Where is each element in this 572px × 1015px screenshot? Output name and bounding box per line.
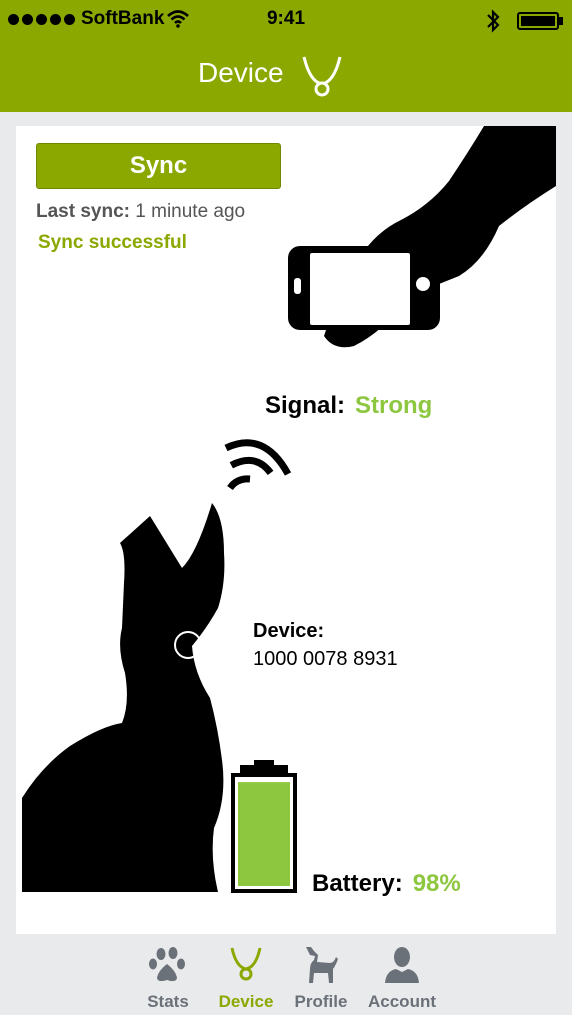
tab-profile[interactable]: Profile bbox=[276, 935, 366, 1015]
paw-icon bbox=[149, 947, 185, 982]
sync-button[interactable]: Sync bbox=[36, 143, 281, 189]
battery-row: Battery: 98% bbox=[312, 870, 461, 898]
last-sync: Last sync: 1 minute ago bbox=[36, 201, 245, 223]
signal-value: Strong bbox=[355, 392, 433, 419]
bluetooth-icon bbox=[487, 9, 500, 33]
cat-illustration bbox=[22, 503, 225, 892]
collar-icon bbox=[230, 947, 262, 981]
tab-account-label: Account bbox=[368, 992, 436, 1011]
last-sync-label: Last sync: bbox=[36, 201, 130, 222]
wireless-signal-icon bbox=[224, 439, 292, 491]
tab-account[interactable]: Account bbox=[357, 935, 447, 1015]
tab-bar: Stats Device Profile Account bbox=[0, 935, 572, 1015]
battery-icon bbox=[517, 12, 563, 30]
device-card: Sync Last sync: 1 minute ago Sync succes… bbox=[16, 126, 556, 934]
tab-profile-label: Profile bbox=[294, 992, 348, 1011]
collar-tag-marker bbox=[174, 631, 202, 659]
device-id: 1000 0078 8931 bbox=[253, 648, 398, 670]
battery-label: Battery: bbox=[312, 870, 403, 897]
signal-label: Signal: bbox=[265, 392, 346, 419]
tab-stats[interactable]: Stats bbox=[123, 935, 213, 1015]
hand-with-phone-illustration bbox=[288, 126, 556, 348]
page-title: Device bbox=[198, 57, 284, 88]
collar-icon bbox=[302, 56, 342, 97]
nav-bar: Device bbox=[0, 40, 572, 112]
signal-row: Signal: Strong bbox=[265, 392, 432, 420]
status-bar: SoftBank 9:41 bbox=[0, 0, 572, 40]
dog-icon bbox=[306, 947, 338, 983]
app-screen: SoftBank 9:41 Device Sync Last sync: 1 m… bbox=[0, 0, 572, 1015]
sync-status: Sync successful bbox=[38, 232, 187, 253]
person-icon bbox=[385, 947, 419, 983]
battery-value: 98% bbox=[412, 870, 461, 897]
last-sync-value: 1 minute ago bbox=[135, 201, 246, 222]
device-label: Device: bbox=[253, 620, 325, 642]
battery-level-icon bbox=[231, 760, 297, 893]
tab-stats-label: Stats bbox=[147, 992, 189, 1011]
